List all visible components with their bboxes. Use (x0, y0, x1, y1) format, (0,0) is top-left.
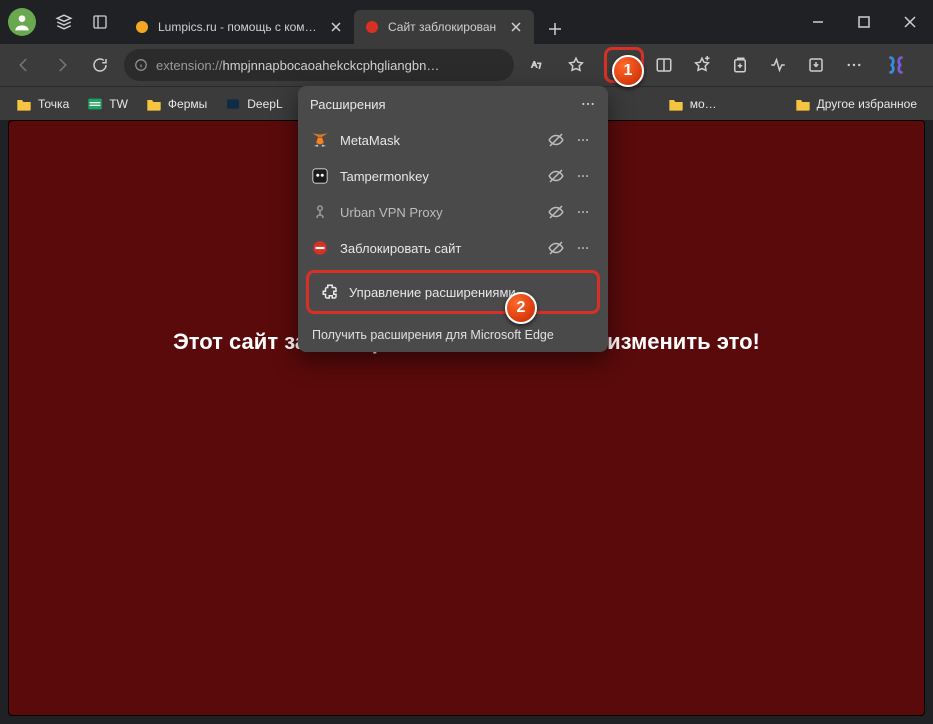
metamask-icon (310, 130, 330, 150)
puzzle-icon (321, 283, 339, 301)
tab-blocked-site[interactable]: Сайт заблокирован (354, 10, 534, 44)
new-tab-button[interactable] (540, 14, 570, 44)
popup-title: Расширения (310, 97, 386, 112)
extension-blocksite[interactable]: Заблокировать сайт (298, 230, 608, 266)
refresh-button[interactable] (82, 47, 118, 83)
extension-more-icon[interactable] (576, 241, 596, 255)
bookmark-mo[interactable]: мо… (660, 93, 725, 115)
extension-more-icon[interactable] (576, 205, 596, 219)
split-screen-button[interactable] (646, 47, 682, 83)
tab-strip: Lumpics.ru - помощь с компьюте Сайт забл… (124, 0, 570, 44)
tab-label: Lumpics.ru - помощь с компьюте (158, 20, 320, 34)
favicon-icon (134, 19, 150, 35)
forward-button[interactable] (44, 47, 80, 83)
visibility-icon[interactable] (546, 130, 566, 150)
maximize-button[interactable] (841, 0, 887, 44)
visibility-icon[interactable] (546, 166, 566, 186)
favorite-button[interactable] (558, 47, 594, 83)
window-controls (795, 0, 933, 44)
blocksite-icon (310, 238, 330, 258)
back-button[interactable] (6, 47, 42, 83)
extension-label: Заблокировать сайт (340, 241, 536, 256)
callout-2: 2 (505, 292, 537, 324)
manage-label: Управление расширениями (349, 285, 516, 300)
collections-button[interactable] (722, 47, 758, 83)
svg-text:A⁊: A⁊ (531, 60, 542, 70)
vertical-tabs-icon[interactable] (82, 4, 118, 40)
get-extensions[interactable]: Получить расширения для Microsoft Edge (298, 318, 608, 352)
extension-more-icon[interactable] (576, 169, 596, 183)
popup-more-icon[interactable] (580, 96, 596, 112)
site-info-icon[interactable] (134, 58, 148, 72)
minimize-button[interactable] (795, 0, 841, 44)
favorites-button[interactable] (684, 47, 720, 83)
extensions-popup: Расширения MetaMask Tampermonkey Urban V… (298, 86, 608, 352)
read-aloud-button[interactable]: A⁊ (520, 47, 556, 83)
extension-label: Urban VPN Proxy (340, 205, 536, 220)
workspaces-icon[interactable] (46, 4, 82, 40)
copilot-button[interactable] (878, 47, 914, 83)
popup-header: Расширения (298, 86, 608, 122)
performance-button[interactable] (760, 47, 796, 83)
extension-more-icon[interactable] (576, 133, 596, 147)
extension-label: Tampermonkey (340, 169, 536, 184)
address-bar[interactable]: extension://hmpjnnapbocaoahekckcphgliang… (124, 49, 514, 81)
urbanvpn-icon (310, 202, 330, 222)
extension-metamask[interactable]: MetaMask (298, 122, 608, 158)
close-icon[interactable] (328, 19, 344, 35)
manage-extensions[interactable]: Управление расширениями (306, 270, 600, 314)
visibility-icon[interactable] (546, 238, 566, 258)
extension-label: MetaMask (340, 133, 536, 148)
bookmark-tochka[interactable]: Точка (8, 93, 77, 115)
downloads-button[interactable] (798, 47, 834, 83)
bookmark-deepl[interactable]: DeepL (217, 93, 290, 115)
url-text: extension://hmpjnnapbocaoahekckcphgliang… (156, 58, 504, 73)
profile-avatar[interactable] (8, 8, 36, 36)
extension-tampermonkey[interactable]: Tampermonkey (298, 158, 608, 194)
close-window-button[interactable] (887, 0, 933, 44)
bookmark-farms[interactable]: Фермы (138, 93, 215, 115)
visibility-icon[interactable] (546, 202, 566, 222)
favicon-icon (364, 19, 380, 35)
other-bookmarks[interactable]: Другое избранное (787, 93, 925, 115)
tampermonkey-icon (310, 166, 330, 186)
bookmark-tw[interactable]: TW (79, 93, 136, 115)
callout-1: 1 (612, 55, 644, 87)
titlebar: Lumpics.ru - помощь с компьюте Сайт забл… (0, 0, 933, 44)
toolbar: extension://hmpjnnapbocaoahekckcphgliang… (0, 44, 933, 86)
menu-button[interactable] (836, 47, 872, 83)
close-icon[interactable] (508, 19, 524, 35)
tab-label: Сайт заблокирован (388, 20, 500, 34)
extension-urbanvpn[interactable]: Urban VPN Proxy (298, 194, 608, 230)
tab-lumpics[interactable]: Lumpics.ru - помощь с компьюте (124, 10, 354, 44)
